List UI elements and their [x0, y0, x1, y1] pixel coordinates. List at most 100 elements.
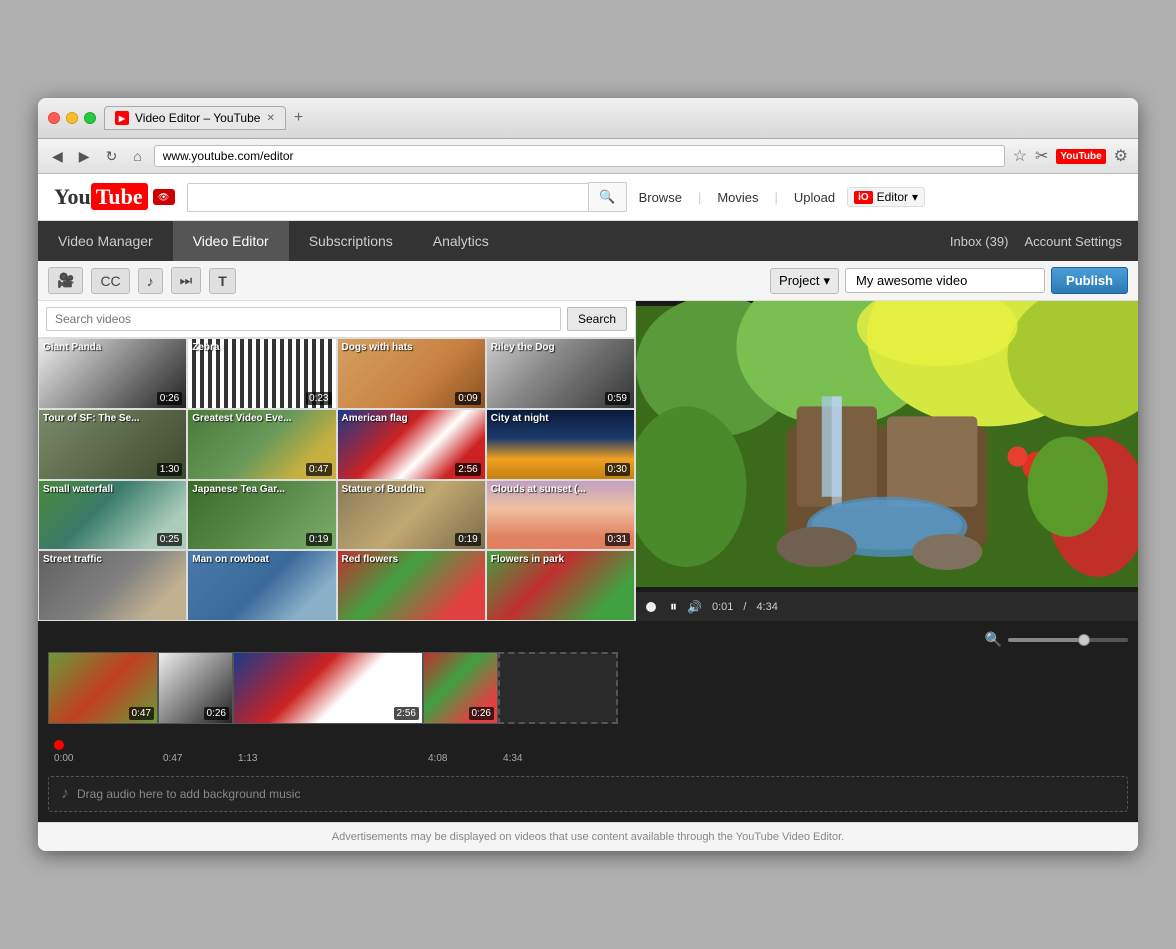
close-button[interactable]	[48, 112, 60, 124]
list-item[interactable]: Man on rowboat	[187, 550, 336, 621]
tab-subscriptions[interactable]: Subscriptions	[289, 221, 413, 261]
main-nav: Video Manager Video Editor Subscriptions…	[38, 221, 1138, 261]
address-bar[interactable]	[163, 149, 996, 163]
clip-duration: 2:56	[394, 707, 419, 720]
timeline-marker: 1:13	[238, 753, 257, 764]
tab-close-icon[interactable]: ✕	[266, 113, 274, 124]
editor-badge-label: Editor	[877, 190, 908, 204]
audio-track[interactable]: ♪ Drag audio here to add background musi…	[48, 776, 1128, 812]
timeline-clip[interactable]: 2:56	[233, 652, 423, 724]
video-search-bar: Search	[38, 301, 635, 338]
volume-button[interactable]: 🔊	[687, 600, 702, 614]
text-tool-button[interactable]: T	[209, 268, 236, 294]
audio-note-icon: ♪	[61, 785, 69, 803]
home-button[interactable]: ⌂	[129, 146, 145, 166]
music-tool-button[interactable]: ♪	[138, 268, 163, 294]
back-button[interactable]: ◀	[48, 146, 67, 167]
tools-icon[interactable]: ✂	[1035, 146, 1048, 166]
tab-video-editor[interactable]: Video Editor	[173, 221, 289, 261]
list-item[interactable]: Small waterfall 0:25	[38, 480, 187, 551]
pause-button[interactable]: ⏸	[670, 598, 677, 615]
bookmark-icon[interactable]: ☆	[1013, 146, 1027, 166]
tab-video-manager[interactable]: Video Manager	[38, 221, 173, 261]
timeline-clip[interactable]: 0:26	[423, 652, 498, 724]
zoom-icon: 🔍	[985, 631, 1002, 648]
list-item[interactable]: Zebra 0:23	[187, 338, 336, 409]
list-item[interactable]: Japanese Tea Gar... 0:19	[187, 480, 336, 551]
preview-video	[636, 301, 1138, 592]
current-time: 0:01	[712, 601, 733, 613]
address-bar-wrap	[154, 145, 1005, 167]
yt-logo[interactable]: YouTube 👁	[54, 184, 175, 210]
video-search-button[interactable]: Search	[567, 307, 627, 331]
inbox-link[interactable]: Inbox (39)	[950, 234, 1009, 249]
search-wrap: 🔍	[187, 182, 627, 212]
movies-link[interactable]: Movies	[717, 190, 758, 205]
list-item[interactable]: American flag 2:56	[337, 409, 486, 480]
upload-link[interactable]: Upload	[794, 190, 835, 205]
timeline-playhead[interactable]	[54, 740, 64, 750]
timeline-marker: 0:00	[54, 753, 73, 764]
list-item[interactable]: Street traffic	[38, 550, 187, 621]
video-grid: Giant Panda 0:26 Zebra 0:23 Dogs with ha…	[38, 338, 635, 621]
transition-tool-button[interactable]: ⏭	[171, 267, 202, 294]
list-item[interactable]: Clouds at sunset (... 0:31	[486, 480, 635, 551]
project-dropdown[interactable]: Project ▾	[770, 268, 839, 294]
active-tab[interactable]: ▶ Video Editor – YouTube ✕	[104, 106, 286, 130]
footer-notice: Advertisements may be displayed on video…	[38, 822, 1138, 851]
list-item[interactable]: Dogs with hats 0:09	[337, 338, 486, 409]
time-separator: /	[743, 601, 746, 613]
timeline-ruler: 0:00 0:47 1:13 4:08 4:34	[48, 736, 1128, 764]
timeline-marker: 0:47	[163, 753, 182, 764]
preview-controls: ⏸ 🔊 0:01 / 4:34	[636, 592, 1138, 621]
minimize-button[interactable]	[66, 112, 78, 124]
project-label: Project	[779, 273, 819, 288]
list-item[interactable]: City at night 0:30	[486, 409, 635, 480]
clip-duration: 0:26	[204, 707, 229, 720]
yt-header: YouTube 👁 🔍 Browse | Movies | Upload iO …	[38, 174, 1138, 221]
yt-camera-icon: 👁	[153, 189, 175, 205]
timeline-clip[interactable]: 0:26	[158, 652, 233, 724]
editor-badge[interactable]: iO Editor ▾	[847, 187, 925, 207]
video-tool-button[interactable]: 🎥	[48, 267, 83, 294]
new-tab-button[interactable]: +	[294, 109, 303, 127]
yt-tube-badge: Tube	[91, 183, 148, 210]
list-item[interactable]: Tour of SF: The Se... 1:30	[38, 409, 187, 480]
project-select: Project ▾ Publish	[770, 267, 1128, 294]
project-name-input[interactable]	[845, 268, 1045, 293]
maximize-button[interactable]	[84, 112, 96, 124]
forward-button[interactable]: ▶	[75, 146, 94, 167]
timeline-section: 🔍 0:47 0:26 2:56	[38, 621, 1138, 822]
account-settings-link[interactable]: Account Settings	[1024, 234, 1122, 249]
timeline-clip[interactable]: 0:47	[48, 652, 158, 724]
garden-scene	[636, 301, 1138, 592]
list-item[interactable]: Giant Panda 0:26	[38, 338, 187, 409]
clip-duration: 0:26	[469, 707, 494, 720]
nav-icons: ☆ ✂ YouTube ⚙	[1013, 146, 1128, 166]
list-item[interactable]: Statue of Buddha 0:19	[337, 480, 486, 551]
tab-title: Video Editor – YouTube	[135, 111, 260, 125]
video-search-input[interactable]	[46, 307, 561, 331]
audio-placeholder: Drag audio here to add background music	[77, 787, 300, 801]
refresh-button[interactable]: ↻	[102, 146, 122, 167]
zoom-slider[interactable]	[1008, 638, 1128, 642]
timeline-track: 0:47 0:26 2:56 0:26	[48, 652, 1128, 732]
publish-button[interactable]: Publish	[1051, 267, 1128, 294]
list-item[interactable]: Riley the Dog 0:59	[486, 338, 635, 409]
timeline-empty-slot[interactable]	[498, 652, 618, 724]
nav-bar: ◀ ▶ ↻ ⌂ ☆ ✂ YouTube ⚙	[38, 139, 1138, 174]
list-item[interactable]: Red flowers	[337, 550, 486, 621]
editor-main: Search Giant Panda 0:26 Zebra 0:23	[38, 301, 1138, 621]
tab-analytics[interactable]: Analytics	[413, 221, 509, 261]
tab-bar: ▶ Video Editor – YouTube ✕ +	[104, 106, 1128, 130]
caption-tool-button[interactable]: CC	[91, 268, 129, 294]
settings-icon[interactable]: ⚙	[1114, 146, 1128, 166]
yt-search-input[interactable]	[187, 183, 589, 212]
list-item[interactable]: Greatest Video Eve... 0:47	[187, 409, 336, 480]
browse-link[interactable]: Browse	[639, 190, 682, 205]
yt-search-button[interactable]: 🔍	[588, 182, 626, 212]
list-item[interactable]: Flowers in park	[486, 550, 635, 621]
playhead-dot	[646, 602, 656, 612]
zoom-slider-handle[interactable]	[1078, 634, 1090, 646]
traffic-lights	[48, 112, 96, 124]
